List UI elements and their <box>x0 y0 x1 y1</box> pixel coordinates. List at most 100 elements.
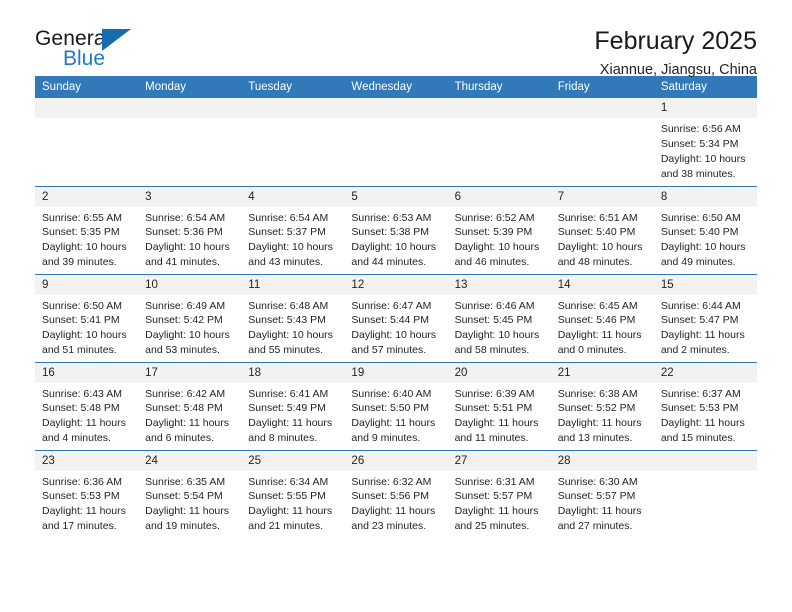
calendar-day-cell[interactable]: 5 Sunrise: 6:53 AM Sunset: 5:38 PM Daylight… <box>344 185 448 274</box>
weekday-header-saturday: Saturday <box>653 76 757 98</box>
sunset-line: Sunset: 5:43 PM <box>248 314 326 327</box>
sunset-line: Sunset: 5:50 PM <box>351 402 430 415</box>
daylight-line-2: and 0 minutes. <box>557 344 627 357</box>
sunset-line: Sunset: 5:53 PM <box>42 490 120 503</box>
calendar-week-row: 23 Sunrise: 6:36 AM Sunset: 5:53 PM Dayligh… <box>35 449 757 538</box>
day-sun-info: Sunrise: 6:31 AM Sunset: 5:57 PM Daylight:… <box>448 471 551 535</box>
day-number: 24 <box>138 450 242 471</box>
daylight-line-2: and 11 minutes. <box>454 432 529 445</box>
calendar-day-cell[interactable]: 21 Sunrise: 6:38 AM Sunset: 5:52 PM Dayligh… <box>550 361 654 450</box>
sunset-line: Sunset: 5:47 PM <box>660 314 739 327</box>
sunset-line: Sunset: 5:57 PM <box>454 490 533 503</box>
day-number <box>35 98 139 119</box>
day-sun-info: Sunrise: 6:53 AM Sunset: 5:38 PM Daylight:… <box>344 207 447 271</box>
day-sun-info: Sunrise: 6:37 AM Sunset: 5:53 PM Daylight:… <box>654 383 757 447</box>
calendar-day-cell[interactable]: 6 Sunrise: 6:52 AM Sunset: 5:39 PM Daylight… <box>447 185 551 274</box>
calendar-day-cell[interactable]: 9 Sunrise: 6:50 AM Sunset: 5:41 PM Daylight… <box>35 273 139 362</box>
calendar-day-cell[interactable]: 24 Sunrise: 6:35 AM Sunset: 5:54 PM Dayligh… <box>138 449 242 538</box>
day-number: 27 <box>447 450 551 471</box>
day-sun-info: Sunrise: 6:34 AM Sunset: 5:55 PM Daylight:… <box>241 471 344 535</box>
sunrise-line: Sunrise: 6:34 AM <box>248 475 329 488</box>
sunrise-line: Sunrise: 6:53 AM <box>351 211 432 224</box>
day-sun-info: Sunrise: 6:54 AM Sunset: 5:37 PM Daylight:… <box>241 207 344 271</box>
sunset-line: Sunset: 5:42 PM <box>145 314 223 327</box>
calendar-empty-cell <box>138 98 242 186</box>
sunrise-line: Sunrise: 6:40 AM <box>351 387 432 400</box>
calendar-day-cell[interactable]: 1 Sunrise: 6:56 AM Sunset: 5:34 PM Daylight… <box>653 98 757 186</box>
sunrise-line: Sunrise: 6:30 AM <box>557 475 638 488</box>
calendar-day-cell[interactable]: 27 Sunrise: 6:31 AM Sunset: 5:57 PM Dayligh… <box>447 449 551 538</box>
calendar-day-cell[interactable]: 4 Sunrise: 6:54 AM Sunset: 5:37 PM Daylight… <box>241 185 345 274</box>
day-number: 17 <box>138 362 242 383</box>
day-sun-info: Sunrise: 6:41 AM Sunset: 5:49 PM Daylight:… <box>241 383 344 447</box>
day-sun-info: Sunrise: 6:50 AM Sunset: 5:41 PM Daylight:… <box>35 295 138 359</box>
daylight-line-2: and 38 minutes. <box>660 167 736 180</box>
calendar-empty-cell <box>653 449 757 538</box>
daylight-line: Daylight: 11 hours <box>248 505 333 518</box>
daylight-line-2: and 48 minutes. <box>557 256 633 269</box>
day-number: 15 <box>653 274 757 295</box>
sunrise-line: Sunrise: 6:50 AM <box>660 211 741 224</box>
day-number: 12 <box>344 274 448 295</box>
weekday-header-wednesday: Wednesday <box>344 76 448 98</box>
day-number: 18 <box>241 362 345 383</box>
calendar-day-cell[interactable]: 23 Sunrise: 6:36 AM Sunset: 5:53 PM Dayligh… <box>35 449 139 538</box>
daylight-line: Daylight: 11 hours <box>145 505 229 518</box>
daylight-line: Daylight: 11 hours <box>42 505 126 518</box>
calendar-day-cell[interactable]: 10 Sunrise: 6:49 AM Sunset: 5:42 PM Dayligh… <box>138 273 242 362</box>
daylight-line-2: and 23 minutes. <box>351 520 427 533</box>
day-sun-info: Sunrise: 6:49 AM Sunset: 5:42 PM Daylight:… <box>138 295 241 359</box>
sunset-line: Sunset: 5:51 PM <box>454 402 533 415</box>
calendar-day-cell[interactable]: 17 Sunrise: 6:42 AM Sunset: 5:48 PM Dayligh… <box>138 361 242 450</box>
page-title: February 2025 <box>594 27 757 55</box>
sunrise-line: Sunrise: 6:42 AM <box>145 387 226 400</box>
calendar-day-cell[interactable]: 7 Sunrise: 6:51 AM Sunset: 5:40 PM Daylight… <box>550 185 654 274</box>
sunrise-line: Sunrise: 6:46 AM <box>454 299 535 312</box>
calendar-day-cell[interactable]: 18 Sunrise: 6:41 AM Sunset: 5:49 PM Dayligh… <box>241 361 345 450</box>
calendar-day-cell[interactable]: 28 Sunrise: 6:30 AM Sunset: 5:57 PM Dayligh… <box>550 449 654 538</box>
calendar-day-cell[interactable]: 12 Sunrise: 6:47 AM Sunset: 5:44 PM Dayligh… <box>344 273 448 362</box>
daylight-line-2: and 27 minutes. <box>557 520 633 533</box>
sunset-line: Sunset: 5:44 PM <box>351 314 430 327</box>
sunrise-line: Sunrise: 6:37 AM <box>660 387 741 400</box>
daylight-line: Daylight: 10 hours <box>351 329 437 342</box>
sunrise-line: Sunrise: 6:56 AM <box>660 123 741 136</box>
calendar-empty-cell <box>344 98 448 186</box>
daylight-line: Daylight: 10 hours <box>660 241 746 254</box>
day-sun-info: Sunrise: 6:56 AM Sunset: 5:34 PM Daylight:… <box>654 118 757 182</box>
daylight-line-2: and 6 minutes. <box>145 432 215 445</box>
day-sun-info: Sunrise: 6:44 AM Sunset: 5:47 PM Daylight:… <box>654 295 757 359</box>
daylight-line-2: and 55 minutes. <box>248 344 323 357</box>
day-number <box>653 450 757 471</box>
calendar-day-cell[interactable]: 26 Sunrise: 6:32 AM Sunset: 5:56 PM Dayligh… <box>344 449 448 538</box>
daylight-line: Daylight: 11 hours <box>42 417 126 430</box>
calendar-day-cell[interactable]: 13 Sunrise: 6:46 AM Sunset: 5:45 PM Dayligh… <box>447 273 551 362</box>
calendar-day-cell[interactable]: 15 Sunrise: 6:44 AM Sunset: 5:47 PM Dayligh… <box>653 273 757 362</box>
calendar-day-cell[interactable]: 11 Sunrise: 6:48 AM Sunset: 5:43 PM Dayligh… <box>241 273 345 362</box>
calendar-day-cell[interactable]: 14 Sunrise: 6:45 AM Sunset: 5:46 PM Dayligh… <box>550 273 654 362</box>
day-number: 4 <box>241 186 345 207</box>
daylight-line: Daylight: 10 hours <box>145 241 230 254</box>
day-number: 14 <box>550 274 654 295</box>
daylight-line: Daylight: 11 hours <box>660 417 745 430</box>
calendar-day-cell[interactable]: 22 Sunrise: 6:37 AM Sunset: 5:53 PM Dayligh… <box>653 361 757 450</box>
calendar-day-cell[interactable]: 2 Sunrise: 6:55 AM Sunset: 5:35 PM Daylight… <box>35 185 139 274</box>
daylight-line-2: and 53 minutes. <box>145 344 220 357</box>
sunrise-line: Sunrise: 6:54 AM <box>248 211 329 224</box>
calendar-day-cell[interactable]: 19 Sunrise: 6:40 AM Sunset: 5:50 PM Dayligh… <box>344 361 448 450</box>
calendar-day-cell[interactable]: 8 Sunrise: 6:50 AM Sunset: 5:40 PM Daylight… <box>653 185 757 274</box>
sunrise-line: Sunrise: 6:41 AM <box>248 387 329 400</box>
calendar-day-cell[interactable]: 3 Sunrise: 6:54 AM Sunset: 5:36 PM Daylight… <box>138 185 242 274</box>
weekday-header-thursday: Thursday <box>447 76 551 98</box>
daylight-line: Daylight: 10 hours <box>145 329 230 342</box>
calendar-day-cell[interactable]: 25 Sunrise: 6:34 AM Sunset: 5:55 PM Dayligh… <box>241 449 345 538</box>
daylight-line: Daylight: 11 hours <box>248 417 333 430</box>
calendar-day-cell[interactable]: 20 Sunrise: 6:39 AM Sunset: 5:51 PM Dayligh… <box>447 361 551 450</box>
sunrise-line: Sunrise: 6:35 AM <box>145 475 226 488</box>
daylight-line: Daylight: 11 hours <box>454 417 539 430</box>
page-header: General Blue February 2025 Xiannue, Jian… <box>35 0 757 79</box>
calendar-day-cell[interactable]: 16 Sunrise: 6:43 AM Sunset: 5:48 PM Dayligh… <box>35 361 139 450</box>
sunset-line: Sunset: 5:45 PM <box>454 314 533 327</box>
sunrise-line: Sunrise: 6:55 AM <box>42 211 122 224</box>
sunset-line: Sunset: 5:48 PM <box>42 402 120 415</box>
